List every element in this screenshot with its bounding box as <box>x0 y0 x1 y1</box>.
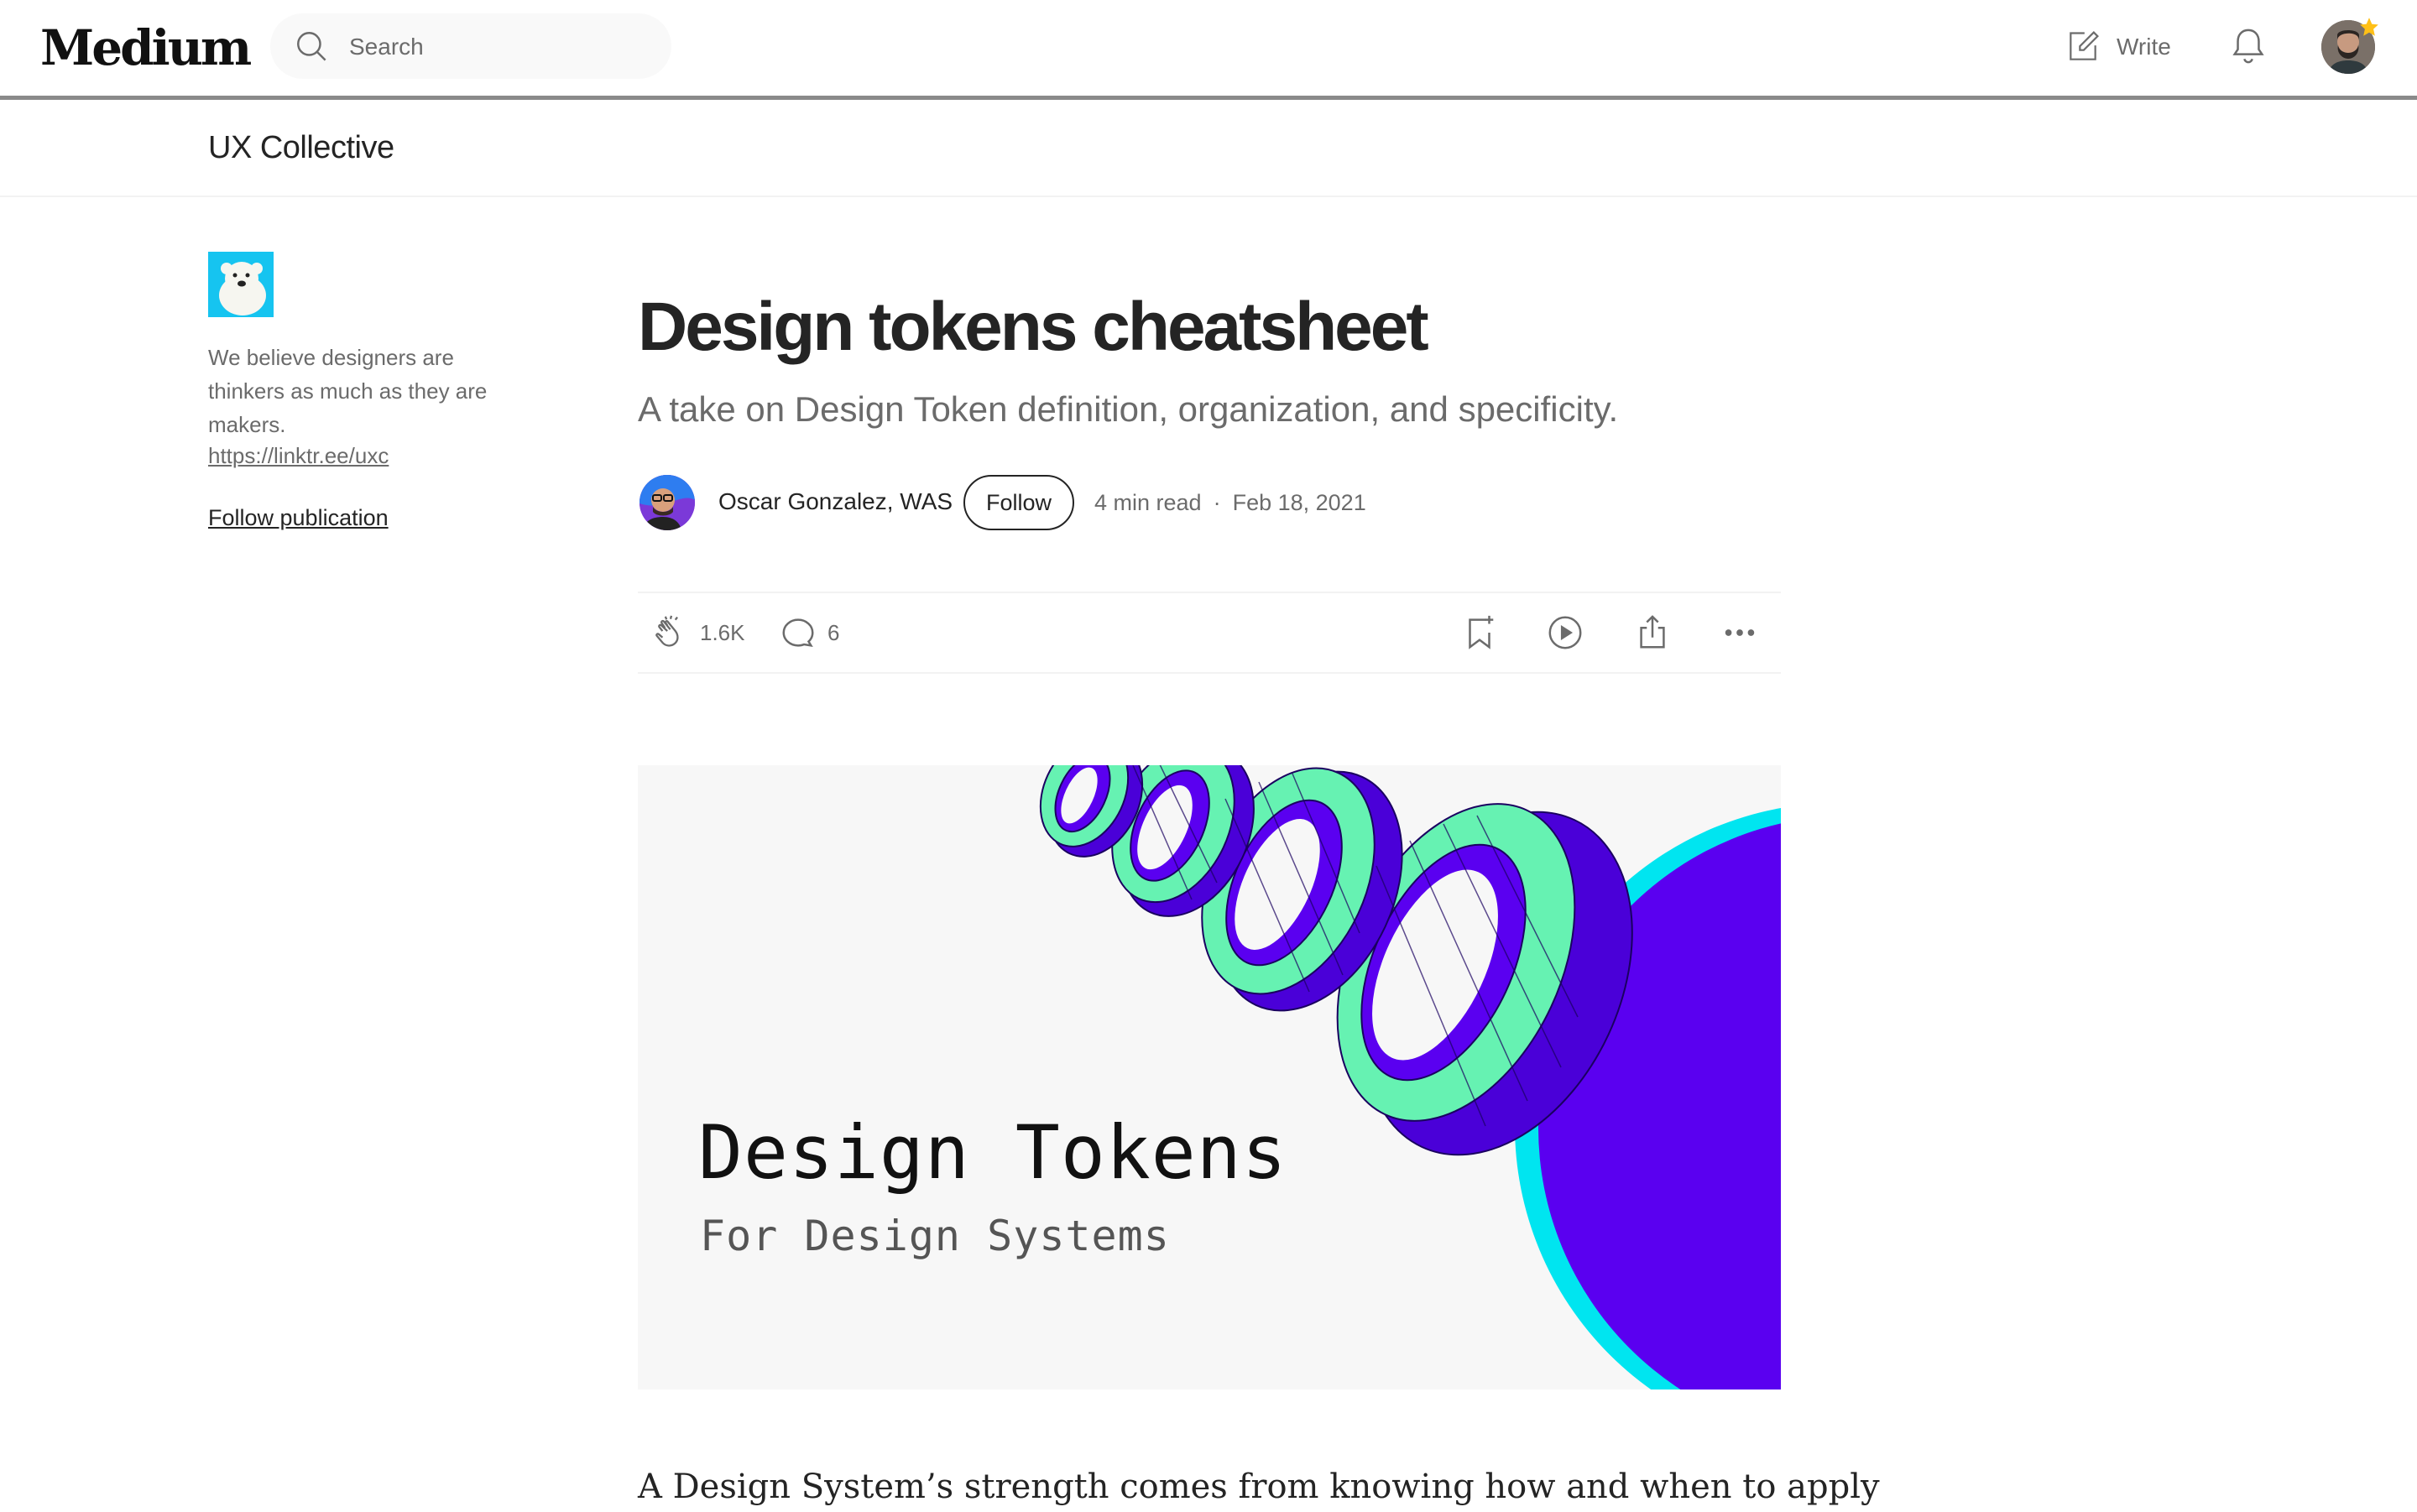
author-avatar-image <box>639 475 695 530</box>
search-box[interactable] <box>270 13 671 79</box>
bookmark-add-icon <box>1469 615 1494 649</box>
article-subtitle: A take on Design Token definition, organ… <box>638 389 1619 429</box>
article-body-paragraph: A Design System’s strength comes from kn… <box>638 1468 1880 1506</box>
follow-publication-link[interactable]: Follow publication <box>208 505 389 531</box>
more-options-button[interactable] <box>1720 613 1759 652</box>
publication-description: We believe designers are thinkers as muc… <box>208 345 488 437</box>
share-button[interactable] <box>1633 613 1672 652</box>
medium-logo[interactable]: Medium <box>40 15 252 81</box>
more-icon <box>1725 629 1755 636</box>
article-title: Design tokens cheatsheet <box>638 289 1429 365</box>
read-time: 4 min read <box>1094 490 1202 515</box>
listen-button[interactable] <box>1546 613 1584 652</box>
play-icon <box>1548 616 1582 649</box>
hero-title: Design Tokens <box>698 1109 1287 1196</box>
article-meta: 4 min read · Feb 18, 2021 <box>1094 490 1366 516</box>
write-label: Write <box>2117 34 2171 60</box>
write-icon <box>2070 31 2099 60</box>
publication-link[interactable]: https://linktr.ee/uxc <box>208 443 389 469</box>
hero-image: Design Tokens For Design Systems <box>638 765 1781 1389</box>
author-avatar[interactable] <box>639 475 695 530</box>
clap-count: 1.6K <box>700 619 745 645</box>
meta-separator: · <box>1213 490 1221 515</box>
clap-icon <box>655 615 679 647</box>
hero-rings-illustration <box>1039 765 1781 1389</box>
hero-subtitle: For Design Systems <box>700 1212 1170 1260</box>
polar-bear-icon <box>208 252 274 317</box>
publication-name[interactable]: UX Collective <box>208 130 394 166</box>
search-icon <box>297 32 326 61</box>
write-button[interactable]: Write <box>2065 25 2171 69</box>
author-name[interactable]: Oscar Gonzalez, WAS <box>718 488 953 515</box>
search-input[interactable] <box>347 27 653 67</box>
share-icon <box>1640 615 1665 649</box>
comment-icon <box>782 618 814 647</box>
publish-date: Feb 18, 2021 <box>1232 490 1366 515</box>
comments-button[interactable]: 6 <box>779 613 839 652</box>
article-action-bar: 1.6K 6 <box>638 592 1781 674</box>
bell-icon[interactable] <box>2229 25 2268 67</box>
comment-count: 6 <box>827 619 840 645</box>
follow-author-button[interactable]: Follow <box>963 475 1074 530</box>
top-navbar: Medium Write <box>0 0 2417 96</box>
publication-bar: UX Collective <box>0 100 2417 197</box>
clap-button[interactable]: 1.6K <box>651 613 745 652</box>
publication-logo[interactable] <box>208 252 274 317</box>
membership-star-icon <box>2360 18 2378 36</box>
save-button[interactable] <box>1460 613 1499 652</box>
